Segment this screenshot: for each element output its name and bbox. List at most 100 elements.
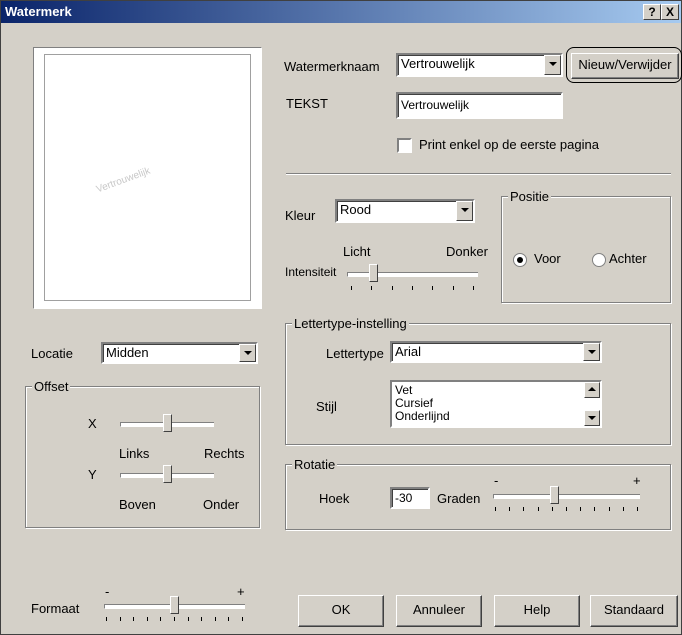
size-label: Formaat xyxy=(31,601,80,616)
first-page-checkbox[interactable] xyxy=(397,138,412,153)
slider-tick xyxy=(551,507,553,511)
watermark-name-combo[interactable]: Vertrouwelijk xyxy=(396,53,563,77)
color-combo[interactable]: Rood xyxy=(335,199,475,223)
separator xyxy=(286,173,671,175)
watermark-preview: Vertrouwelijk xyxy=(33,47,262,309)
help-title-button[interactable]: ? xyxy=(643,4,661,20)
slider-tick xyxy=(637,507,638,511)
slider-tick xyxy=(119,617,121,621)
size-plus-label: + xyxy=(237,584,245,599)
back-radio[interactable] xyxy=(592,253,606,267)
watermark-name-value: Vertrouwelijk xyxy=(401,56,475,71)
offset-y-label: Y xyxy=(88,467,97,482)
slider-tick xyxy=(495,507,496,511)
slider-tick xyxy=(580,507,582,511)
scroll-down-icon[interactable] xyxy=(584,410,600,426)
angle-label: Hoek xyxy=(319,491,350,506)
location-combo[interactable]: Midden xyxy=(101,342,258,364)
list-item[interactable]: Onderlijnd xyxy=(395,410,450,423)
chevron-down-icon[interactable] xyxy=(239,344,256,362)
size-minus-label: - xyxy=(105,584,110,599)
slider-tick xyxy=(432,286,434,290)
size-slider-thumb[interactable] xyxy=(170,596,179,614)
offset-right-label: Rechts xyxy=(204,446,245,461)
font-combo[interactable]: Arial xyxy=(390,341,602,363)
intensity-light-label: Licht xyxy=(343,244,371,259)
slider-tick xyxy=(228,617,230,621)
slider-tick xyxy=(106,617,107,621)
slider-tick xyxy=(452,286,454,290)
intensity-track[interactable] xyxy=(347,272,478,277)
cancel-button[interactable]: Annuleer xyxy=(396,595,482,627)
text-label: TEKST xyxy=(286,96,328,111)
rotation-minus-label: - xyxy=(494,473,499,488)
ok-button[interactable]: OK xyxy=(298,595,384,627)
rotation-group-title: Rotatie xyxy=(292,457,338,472)
style-label: Stijl xyxy=(316,399,337,414)
slider-tick xyxy=(242,617,243,621)
scroll-up-icon[interactable] xyxy=(584,382,600,398)
first-page-label: Print enkel op de eerste pagina xyxy=(419,137,599,152)
slider-tick xyxy=(174,617,175,621)
back-radio-label: Achter xyxy=(609,251,647,266)
text-input[interactable]: Vertrouwelijk xyxy=(396,92,563,119)
offset-top-label: Boven xyxy=(119,497,156,512)
offset-left-label: Links xyxy=(119,446,150,461)
watermark-name-label: Watermerknaam xyxy=(284,59,380,74)
watermark-dialog: Watermerk ? X Vertrouwelijk Watermerknaa… xyxy=(0,0,682,635)
intensity-slider-thumb[interactable] xyxy=(369,264,378,282)
rotation-slider-thumb[interactable] xyxy=(550,486,560,504)
slider-tick xyxy=(187,617,189,621)
slider-tick xyxy=(566,507,567,511)
color-value: Rood xyxy=(340,202,372,217)
position-group: Positie xyxy=(501,189,671,303)
slider-tick xyxy=(133,617,135,621)
position-group-title: Positie xyxy=(508,189,552,204)
chevron-down-icon[interactable] xyxy=(456,201,473,221)
highlight-ellipse xyxy=(566,47,682,83)
intensity-label: Intensiteit xyxy=(285,265,337,279)
color-label: Kleur xyxy=(285,208,316,223)
window-title: Watermerk xyxy=(5,4,72,19)
front-radio-label: Voor xyxy=(534,251,561,266)
offset-group-title: Offset xyxy=(32,379,71,394)
offset-bottom-label: Onder xyxy=(203,497,240,512)
slider-tick xyxy=(594,507,596,511)
slider-tick xyxy=(201,617,203,621)
slider-tick xyxy=(509,507,511,511)
slider-tick xyxy=(351,286,352,290)
slider-tick xyxy=(523,507,525,511)
help-button[interactable]: Help xyxy=(494,595,580,627)
slider-tick xyxy=(412,286,413,290)
offset-y-slider-thumb[interactable] xyxy=(162,465,172,483)
intensity-dark-label: Donker xyxy=(446,244,488,259)
style-list: Vet Cursief Onderlijnd xyxy=(395,384,450,423)
chevron-down-icon[interactable] xyxy=(544,55,561,75)
font-settings-title: Lettertype-instelling xyxy=(292,316,409,331)
close-title-button[interactable]: X xyxy=(661,4,679,20)
rotation-track[interactable] xyxy=(493,494,640,499)
location-label: Locatie xyxy=(31,346,73,361)
slider-tick xyxy=(371,286,373,290)
preview-page: Vertrouwelijk xyxy=(44,54,251,301)
angle-unit-label: Graden xyxy=(437,491,481,506)
slider-tick xyxy=(214,617,216,621)
offset-x-slider-thumb[interactable] xyxy=(162,414,172,432)
title-bar: Watermerk ? X xyxy=(1,1,681,23)
slider-tick xyxy=(391,286,393,290)
chevron-down-icon[interactable] xyxy=(583,343,600,361)
slider-tick xyxy=(537,507,539,511)
font-value: Arial xyxy=(395,344,422,359)
font-label: Lettertype xyxy=(326,346,384,361)
rotation-plus-label: + xyxy=(633,473,641,488)
default-button[interactable]: Standaard xyxy=(590,595,678,627)
angle-input[interactable]: -30 xyxy=(390,487,430,509)
slider-tick xyxy=(473,286,474,290)
front-radio[interactable] xyxy=(513,253,527,267)
style-listbox[interactable]: Vet Cursief Onderlijnd xyxy=(390,380,602,428)
offset-x-label: X xyxy=(88,416,97,431)
slider-tick xyxy=(160,617,162,621)
slider-tick xyxy=(608,507,610,511)
slider-tick xyxy=(622,507,624,511)
slider-tick xyxy=(146,617,148,621)
